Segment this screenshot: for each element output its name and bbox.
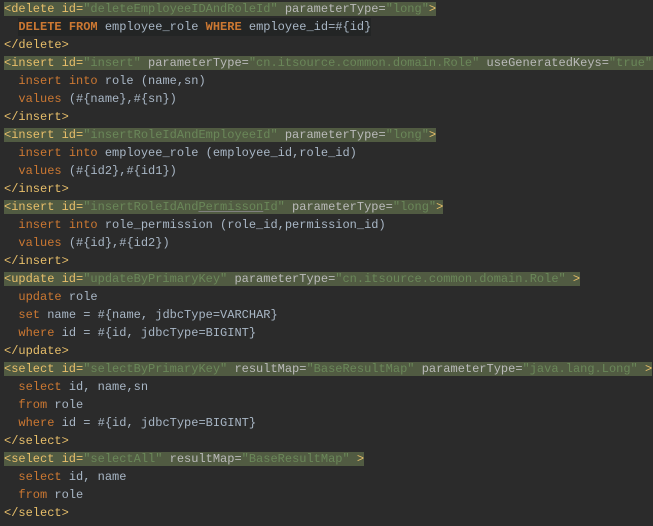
code-line: insert into role_permission (role_id,per… bbox=[0, 216, 653, 234]
code-line: </select> bbox=[0, 432, 653, 450]
code-line: insert into employee_role (employee_id,r… bbox=[0, 144, 653, 162]
code-line: where id = #{id, jdbcType=BIGINT} bbox=[0, 324, 653, 342]
code-line: </insert> bbox=[0, 252, 653, 270]
code-line: <insert id="insert" parameterType="cn.it… bbox=[0, 54, 653, 72]
code-line: </delete> bbox=[0, 36, 653, 54]
spellcheck-underline: Permisson bbox=[198, 200, 263, 214]
code-line: values (#{id},#{id2}) bbox=[0, 234, 653, 252]
code-line: DELETE FROM employee_role WHERE employee… bbox=[0, 18, 653, 36]
code-line: update role bbox=[0, 288, 653, 306]
code-line: </insert> bbox=[0, 180, 653, 198]
code-line: from role bbox=[0, 486, 653, 504]
code-line: set name = #{name, jdbcType=VARCHAR} bbox=[0, 306, 653, 324]
code-line: values (#{id2},#{id1}) bbox=[0, 162, 653, 180]
code-line: <select id="selectByPrimaryKey" resultMa… bbox=[0, 360, 653, 378]
code-line: </update> bbox=[0, 342, 653, 360]
code-line: </select> bbox=[0, 504, 653, 522]
code-editor[interactable]: <delete id="deleteEmployeeIDAndRoleId" p… bbox=[0, 0, 653, 522]
code-line: <delete id="deleteEmployeeIDAndRoleId" p… bbox=[0, 0, 653, 18]
code-line: <insert id="insertRoleIdAndEmployeeId" p… bbox=[0, 126, 653, 144]
code-line: <insert id="insertRoleIdAndPermissonId" … bbox=[0, 198, 653, 216]
code-line: select id, name,sn bbox=[0, 378, 653, 396]
code-line: </insert> bbox=[0, 108, 653, 126]
code-line: insert into role (name,sn) bbox=[0, 72, 653, 90]
code-line: values (#{name},#{sn}) bbox=[0, 90, 653, 108]
code-line: select id, name bbox=[0, 468, 653, 486]
code-line: <select id="selectAll" resultMap="BaseRe… bbox=[0, 450, 653, 468]
code-line: <update id="updateByPrimaryKey" paramete… bbox=[0, 270, 653, 288]
code-line: from role bbox=[0, 396, 653, 414]
code-line: where id = #{id, jdbcType=BIGINT} bbox=[0, 414, 653, 432]
